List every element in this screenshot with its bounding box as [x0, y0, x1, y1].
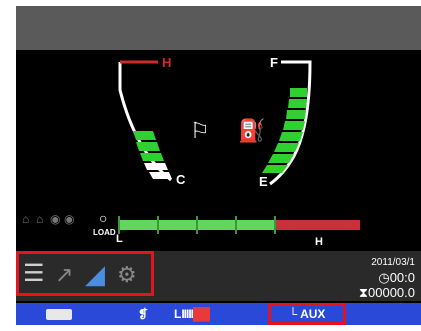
- gear-indicator-button[interactable]: L IIIII ██: [174, 303, 258, 325]
- fuel-segment: [279, 132, 303, 141]
- temp-segment: [144, 163, 168, 170]
- load-tick: [157, 216, 159, 234]
- load-weight-icon: ○: [99, 210, 108, 226]
- load-bar-red: [275, 220, 360, 230]
- temp-gauge-outline: [118, 62, 172, 182]
- status-row: ☰ ↗ ◢ ⚙ 2011/03/1 ◷00:0 ⧗00000.0: [16, 251, 421, 301]
- date-text: 2011/03/1: [371, 257, 415, 268]
- gear-left-label: L: [174, 307, 182, 321]
- hour-meter: ⧗00000.0: [359, 285, 415, 301]
- temp-segment: [149, 172, 172, 179]
- load-bar: [118, 216, 360, 234]
- fuel-pump-icon: ⛽: [238, 118, 266, 143]
- gear-bars: IIIII: [181, 307, 194, 321]
- aux-button[interactable]: └ AUX: [268, 303, 346, 325]
- indicator-icon-1: ⌂: [22, 212, 30, 226]
- load-low-label: L: [116, 233, 123, 245]
- indicator-icon-3: ◉: [50, 212, 61, 226]
- bottom-bar: ❡ L IIIII ██ └ AUX: [16, 303, 421, 325]
- fuel-segment: [288, 99, 307, 108]
- load-tick: [274, 216, 276, 234]
- time-text: 00:0: [389, 270, 415, 285]
- temp-segment: [136, 142, 160, 151]
- attachment-mode-icon[interactable]: ☰: [23, 262, 45, 286]
- fuel-segment: [274, 143, 299, 152]
- temp-low-label: C: [176, 172, 186, 187]
- clock: ◷00:0: [378, 270, 415, 286]
- menu-button[interactable]: ❡: [128, 303, 158, 325]
- gear-mode-icon[interactable]: ⚙: [117, 264, 137, 286]
- temp-segment: [140, 153, 164, 161]
- fuel-empty-label: E: [259, 174, 268, 189]
- gear-red-segment: ██: [193, 307, 211, 321]
- load-icon-label: LOAD: [93, 228, 116, 237]
- indicator-icon-4: ◉: [64, 212, 75, 226]
- fuel-segment: [290, 88, 307, 97]
- fuel-gauge-segments: [262, 88, 307, 173]
- aux-icon: └: [288, 307, 298, 321]
- load-tick: [118, 216, 120, 234]
- clock-icon: ◷: [378, 270, 390, 285]
- machine-display: H C F E ⚐ ⛽ ⌂ ⌂ ◉ ◉ ○ LOAD L H ☰ ↗ ◢ ⚙ 2…: [16, 6, 421, 325]
- load-tick: [196, 216, 198, 234]
- load-high-label: H: [315, 236, 323, 248]
- hour-meter-value: 00000.0: [368, 285, 415, 300]
- load-tick: [235, 216, 237, 234]
- indicator-icon-2: ⌂: [36, 212, 44, 226]
- arrow-mode-icon[interactable]: ↗: [55, 264, 73, 286]
- fuel-segment: [286, 110, 306, 119]
- temp-gauge-segments: [133, 131, 172, 179]
- aux-label: AUX: [300, 307, 326, 321]
- coolant-temperature-icon: ⚐: [190, 118, 210, 143]
- fuel-segment: [283, 121, 305, 130]
- screen-icon: [46, 308, 72, 320]
- hour-meter-icon: ⧗: [358, 285, 368, 300]
- gauges: [118, 60, 312, 186]
- menu-icon: ❡: [137, 307, 149, 321]
- bucket-mode-icon[interactable]: ◢: [85, 261, 105, 287]
- mode-selector[interactable]: ☰ ↗ ◢ ⚙: [16, 251, 154, 296]
- fuel-full-label: F: [270, 55, 278, 70]
- temp-high-label: H: [162, 55, 172, 70]
- screen-button[interactable]: [34, 303, 84, 325]
- temp-segment: [133, 131, 156, 140]
